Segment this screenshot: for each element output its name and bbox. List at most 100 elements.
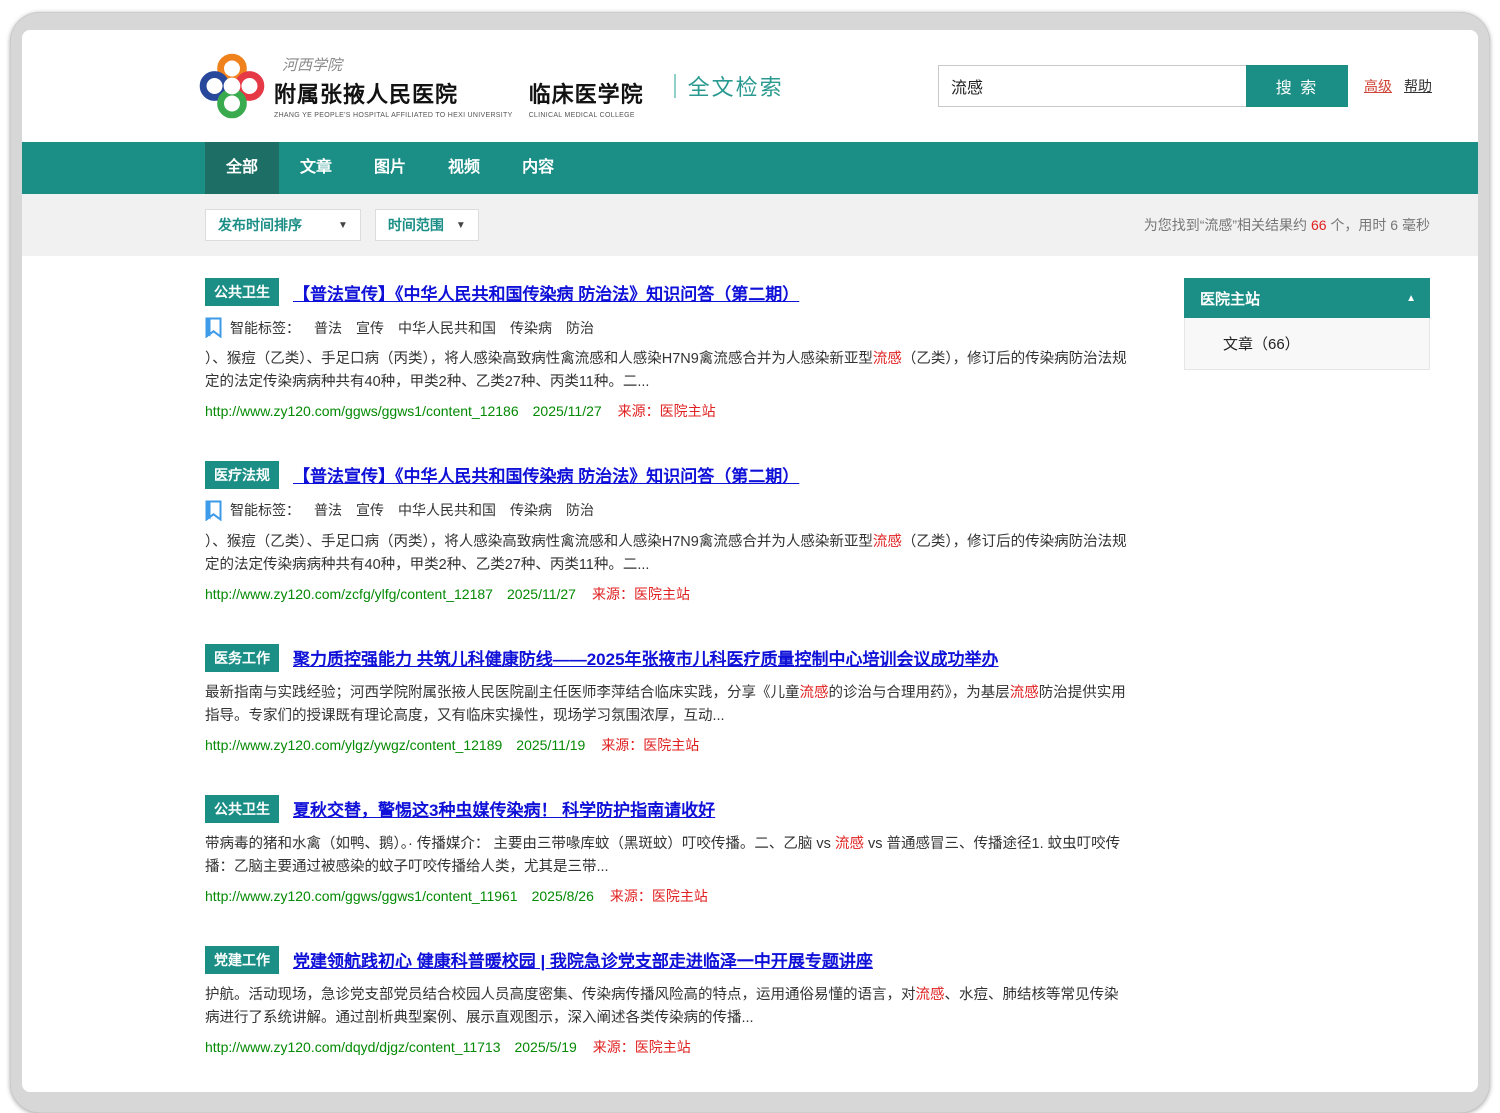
category-tag: 党建工作 — [205, 946, 279, 974]
result-source: 来源：医院主站 — [618, 403, 716, 419]
smart-tag[interactable]: 宣传 — [356, 500, 384, 520]
smart-tag[interactable]: 普法 — [314, 500, 342, 520]
hospital-name-block: 附属张掖人民医院 ZHANG YE PEOPLE'S HOSPITAL AFFI… — [274, 77, 513, 119]
highlighted-keyword: 流感 — [873, 351, 902, 367]
college-name-en: CLINICAL MEDICAL COLLEGE — [529, 112, 644, 119]
result-meta: http://www.zy120.com/ylgz/ywgz/content_1… — [205, 735, 1127, 755]
result-title-link[interactable]: 党建领航践初心 健康科普暖校园 | 我院急诊党支部走进临泽一中开展专题讲座 — [293, 947, 873, 972]
result-head: 公共卫生夏秋交替，警惕这3种虫媒传染病！ 科学防护指南请收好 — [205, 795, 1127, 823]
smart-tag[interactable]: 中华人民共和国 — [398, 318, 496, 338]
sidebar-title: 医院主站 — [1200, 288, 1260, 309]
advanced-search-link[interactable]: 高级 — [1364, 76, 1392, 96]
result-url[interactable]: http://www.zy120.com/ggws/ggws1/content_… — [205, 403, 519, 419]
result-title-link[interactable]: 聚力质控强能力 共筑儿科健康防线——2025年张掖市儿科医疗质量控制中心培训会议… — [293, 645, 999, 670]
smart-tags-label: 智能标签： — [230, 318, 300, 338]
search-input[interactable] — [938, 65, 1246, 107]
smart-tag[interactable]: 普法 — [314, 318, 342, 338]
search-button[interactable]: 搜 索 — [1246, 65, 1348, 107]
nav-tab[interactable]: 文章 — [279, 142, 353, 194]
snippet-text: 护航。活动现场，急诊党支部党员结合校园人员高度密集、传染病传播风险高的特点，运用… — [205, 987, 916, 1003]
search-zone: 搜 索 高级 帮助 — [938, 65, 1432, 107]
result-date: 2025/8/26 — [532, 888, 594, 904]
result-source: 来源：医院主站 — [593, 1039, 691, 1055]
result-snippet: ）、猴痘（乙类）、手足口病（丙类），将人感染高致病性禽流感和人感染H7N9禽流感… — [205, 531, 1127, 578]
nav-tab[interactable]: 视频 — [427, 142, 501, 194]
header: 河西学院 附属张掖人民医院 ZHANG YE PEOPLE'S HOSPITAL… — [22, 30, 1478, 142]
result-snippet: 最新指南与实践经验；河西学院附属张掖人民医院副主任医师李萍结合临床实践，分享《儿… — [205, 682, 1127, 729]
page-content: 河西学院 附属张掖人民医院 ZHANG YE PEOPLE'S HOSPITAL… — [22, 30, 1478, 1092]
result-url[interactable]: http://www.zy120.com/zcfg/ylfg/content_1… — [205, 586, 493, 602]
sidebar-header[interactable]: 医院主站 ▲ — [1184, 278, 1430, 318]
sort-dropdown[interactable]: 发布时间排序 ▼ — [205, 209, 361, 241]
smart-tags-row: 智能标签： 普法宣传中华人民共和国传染病防治 — [205, 500, 1127, 521]
category-tag: 公共卫生 — [205, 278, 279, 306]
smart-tag[interactable]: 防治 — [566, 500, 594, 520]
chevron-down-icon: ▼ — [456, 220, 466, 231]
chevron-down-icon: ▼ — [338, 220, 348, 231]
result-date: 2025/11/19 — [516, 737, 585, 753]
sidebar: 医院主站 ▲ 文章（66） — [1184, 278, 1430, 370]
result-date: 2025/5/19 — [514, 1039, 576, 1055]
help-link[interactable]: 帮助 — [1404, 76, 1432, 96]
result-title-link[interactable]: 夏秋交替，警惕这3种虫媒传染病！ 科学防护指南请收好 — [293, 796, 715, 821]
result-title-link[interactable]: 【普法宣传】《中华人民共和国传染病 防治法》知识问答（第二期） — [293, 280, 799, 305]
vertical-divider — [674, 74, 676, 98]
college-name-cn: 临床医学院 — [529, 77, 644, 109]
snippet-text: 最新指南与实践经验；河西学院附属张掖人民医院副主任医师李萍结合临床实践，分享《儿… — [205, 685, 800, 701]
result-source: 来源：医院主站 — [610, 888, 708, 904]
filter-bar: 发布时间排序 ▼ 时间范围 ▼ 为您找到“流感”相关结果约 66 个，用时 6 … — [22, 194, 1478, 256]
snippet-text: 的诊治与合理用药》，为基层 — [829, 685, 1010, 701]
result-head: 医务工作聚力质控强能力 共筑儿科健康防线——2025年张掖市儿科医疗质量控制中心… — [205, 644, 1127, 672]
nav-tab[interactable]: 内容 — [501, 142, 575, 194]
result-head: 公共卫生【普法宣传】《中华人民共和国传染病 防治法》知识问答（第二期） — [205, 278, 1127, 306]
hospital-name-cn: 附属张掖人民医院 — [274, 77, 513, 109]
result-meta: http://www.zy120.com/dqyd/djgz/content_1… — [205, 1037, 1127, 1057]
main-area: 公共卫生【普法宣传】《中华人民共和国传染病 防治法》知识问答（第二期）智能标签：… — [22, 256, 1478, 1092]
smart-tag[interactable]: 传染病 — [510, 500, 552, 520]
page-title: 全文检索 — [674, 70, 784, 102]
hospital-name-en: ZHANG YE PEOPLE'S HOSPITAL AFFILIATED TO… — [274, 112, 513, 119]
search-result: 公共卫生夏秋交替，警惕这3种虫媒传染病！ 科学防护指南请收好带病毒的猪和水禽（如… — [205, 795, 1127, 906]
result-date: 2025/11/27 — [533, 403, 602, 419]
search-result: 党建工作党建领航践初心 健康科普暖校园 | 我院急诊党支部走进临泽一中开展专题讲… — [205, 946, 1127, 1057]
result-head: 医疗法规【普法宣传】《中华人民共和国传染病 防治法》知识问答（第二期） — [205, 461, 1127, 489]
smart-tag[interactable]: 防治 — [566, 318, 594, 338]
smart-tag[interactable]: 传染病 — [510, 318, 552, 338]
result-url[interactable]: http://www.zy120.com/ggws/ggws1/content_… — [205, 888, 518, 904]
result-url[interactable]: http://www.zy120.com/ylgz/ywgz/content_1… — [205, 737, 502, 753]
stats-count: 66 — [1311, 217, 1327, 233]
time-range-dropdown[interactable]: 时间范围 ▼ — [375, 209, 479, 241]
result-title-link[interactable]: 【普法宣传】《中华人民共和国传染病 防治法》知识问答（第二期） — [293, 462, 799, 487]
aux-links: 高级 帮助 — [1364, 76, 1432, 96]
highlighted-keyword: 流感 — [1010, 685, 1039, 701]
smart-tag[interactable]: 宣传 — [356, 318, 384, 338]
result-meta: http://www.zy120.com/ggws/ggws1/content_… — [205, 886, 1127, 906]
highlighted-keyword: 流感 — [800, 685, 829, 701]
university-script-name: 河西学院 — [282, 54, 644, 75]
nav-tab[interactable]: 全部 — [205, 142, 279, 194]
time-range-label: 时间范围 — [388, 215, 444, 235]
bookmark-icon — [205, 317, 222, 338]
college-name-block: 临床医学院 CLINICAL MEDICAL COLLEGE — [529, 77, 644, 119]
category-tag: 公共卫生 — [205, 795, 279, 823]
result-source: 来源：医院主站 — [592, 586, 690, 602]
results-list: 公共卫生【普法宣传】《中华人民共和国传染病 防治法》知识问答（第二期）智能标签：… — [205, 278, 1127, 1092]
logo-text: 河西学院 附属张掖人民医院 ZHANG YE PEOPLE'S HOSPITAL… — [274, 54, 644, 119]
result-meta: http://www.zy120.com/ggws/ggws1/content_… — [205, 401, 1127, 421]
nav-tab[interactable]: 图片 — [353, 142, 427, 194]
smart-tag[interactable]: 中华人民共和国 — [398, 500, 496, 520]
result-snippet: 带病毒的猪和水禽（如鸭、鹅）。· 传播媒介： 主要由三带喙库蚊（黑斑蚊）叮咬传播… — [205, 833, 1127, 880]
sidebar-items: 文章（66） — [1184, 318, 1430, 370]
category-tag: 医疗法规 — [205, 461, 279, 489]
result-url[interactable]: http://www.zy120.com/dqyd/djgz/content_1… — [205, 1039, 500, 1055]
search-result: 医疗法规【普法宣传】《中华人民共和国传染病 防治法》知识问答（第二期） 智能标签：… — [205, 461, 1127, 604]
stats-prefix: 为您找到“流感”相关结果约 — [1144, 217, 1311, 233]
hospital-logo-icon — [194, 48, 270, 124]
category-tag: 医务工作 — [205, 644, 279, 672]
snippet-text: 带病毒的猪和水禽（如鸭、鹅）。· 传播媒介： 主要由三带喙库蚊（黑斑蚊）叮咬传播… — [205, 836, 835, 852]
smart-tags-label: 智能标签： — [230, 500, 300, 520]
bookmark-icon — [205, 500, 222, 521]
sidebar-item[interactable]: 文章（66） — [1184, 318, 1430, 370]
search-result: 医务工作聚力质控强能力 共筑儿科健康防线——2025年张掖市儿科医疗质量控制中心… — [205, 644, 1127, 755]
collapse-up-icon[interactable]: ▲ — [1406, 293, 1416, 304]
